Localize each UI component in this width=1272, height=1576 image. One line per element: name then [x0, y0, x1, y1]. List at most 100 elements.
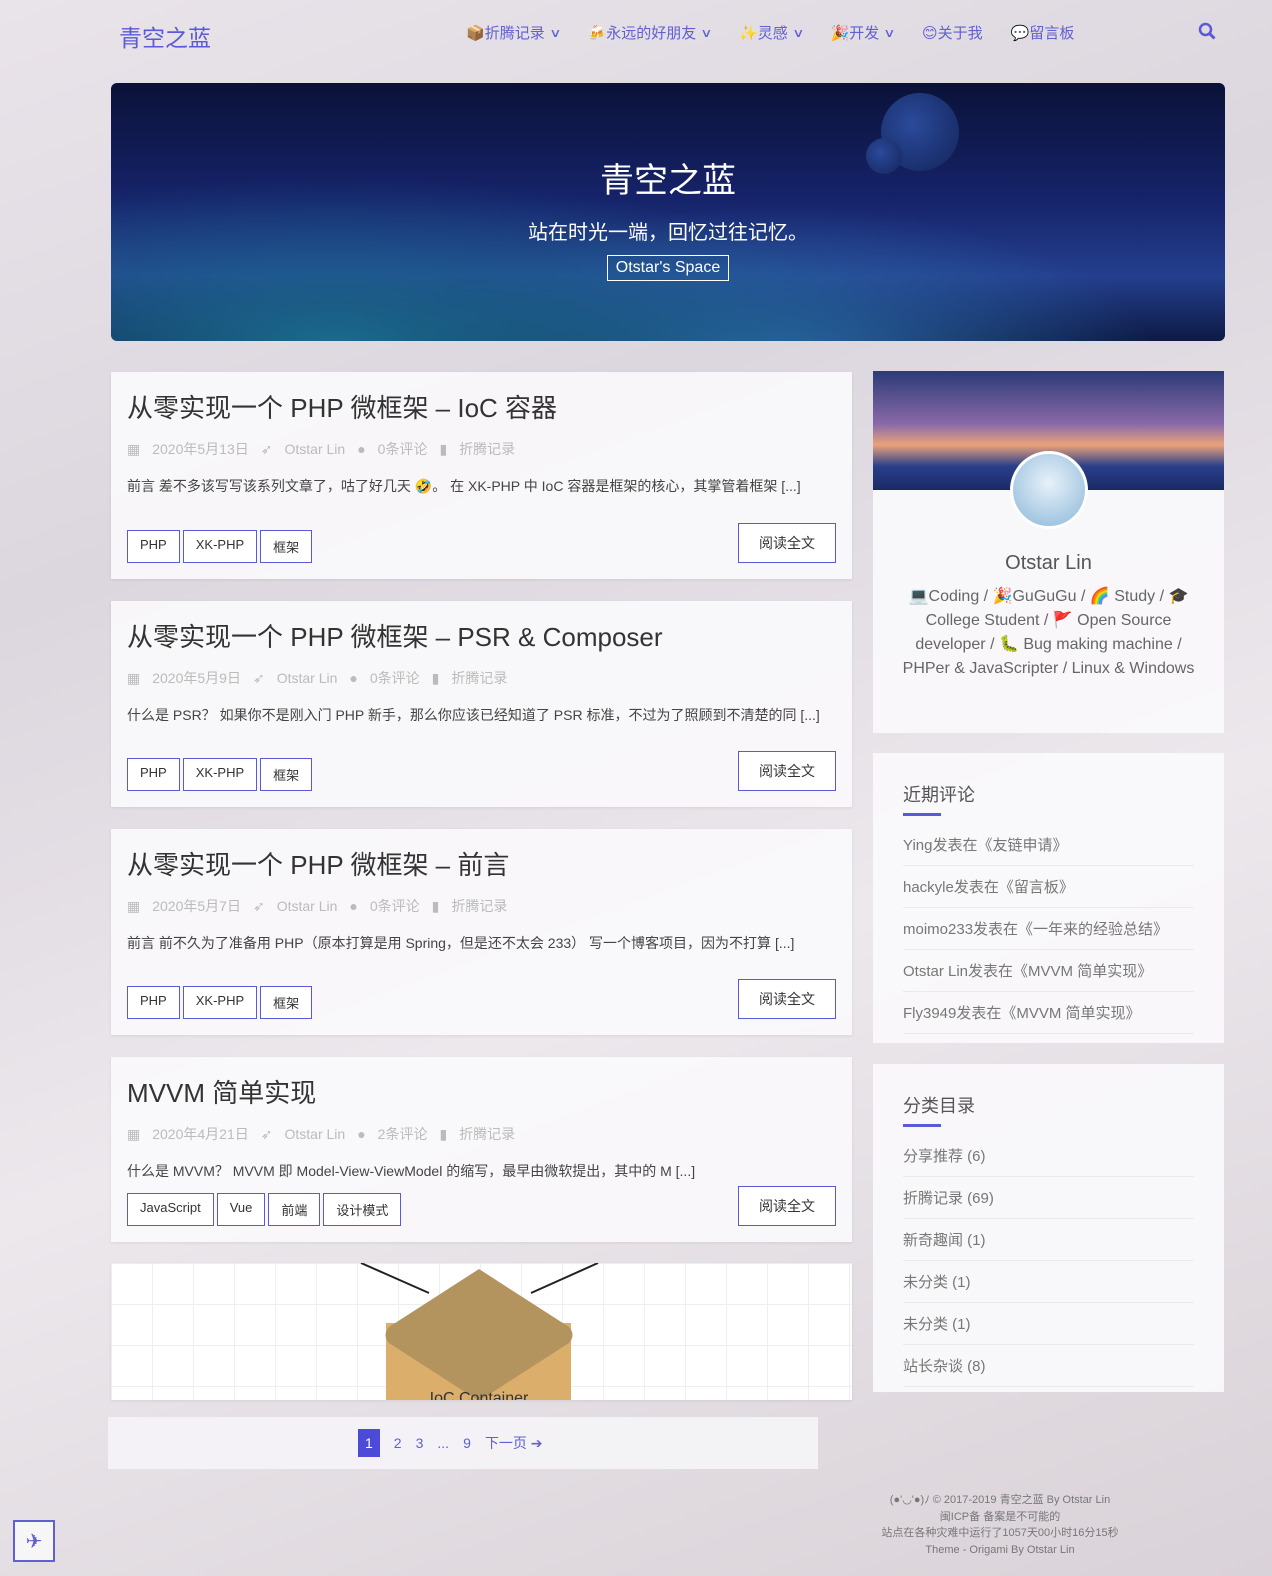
post-author[interactable]: Otstar Lin [284, 1126, 345, 1142]
read-more-button[interactable]: 阅读全文 [738, 751, 836, 791]
nav-emoji-icon: 🍻 [587, 24, 607, 42]
post-category[interactable]: 折腾记录 [459, 1124, 515, 1144]
tag-link[interactable]: XK-PHP [182, 758, 258, 791]
post-author[interactable]: Otstar Lin [277, 670, 338, 686]
nav-item[interactable]: 📦 折腾记录 ∨ [466, 22, 561, 43]
tag-link[interactable]: 框架 [260, 758, 313, 791]
bookmark-icon: ▮ [439, 1125, 448, 1142]
tag-link[interactable]: XK-PHP [182, 530, 258, 563]
nav-emoji-icon: 📦 [466, 24, 485, 42]
category-item[interactable]: 未分类 (1) [903, 1261, 1194, 1303]
tag-link[interactable]: XK-PHP [182, 986, 258, 1019]
category-item[interactable]: 未分类 (1) [903, 1303, 1194, 1345]
post-date: 2020年5月7日 [152, 898, 241, 914]
read-more-button[interactable]: 阅读全文 [738, 523, 836, 563]
category-item[interactable]: 站长杂谈 (8) [903, 1345, 1194, 1387]
post-card: 从零实现一个 PHP 微框架 – IoC 容器 ▦ 2020年5月13日 ➶ Otsta… [111, 372, 852, 579]
post-category[interactable]: 折腾记录 [451, 896, 507, 916]
nav-item[interactable]: 💬 留言板 [1011, 22, 1075, 43]
chevron-down-icon[interactable]: ∨ [549, 26, 561, 40]
tag-link[interactable]: PHP [127, 530, 180, 563]
footer-line: 闽ICP备 备案是不可能的 [939, 1510, 1061, 1523]
category-item[interactable]: 新奇趣闻 (1) [903, 1219, 1194, 1261]
post-author[interactable]: Otstar Lin [277, 898, 338, 914]
post-title[interactable]: MVVM 简单实现 [127, 1073, 852, 1110]
comment-icon: ● [357, 441, 366, 457]
chevron-down-icon[interactable]: ∨ [700, 26, 712, 40]
footer-line: Theme - Origami By Otstar Lin [925, 1543, 1075, 1556]
next-page-link[interactable]: 下一页 ➔ [485, 1433, 543, 1453]
main-menu: 📦 折腾记录 ∨ 🍻 永远的好朋友 ∨ ✨ 灵感 ∨ 🎉 开发 ∨ 😊 关于我 💬 留言板 [466, 22, 1102, 43]
footer-line: (●'◡'●)ﾉ © 2017-2019 青空之蓝 By Otstar Lin [889, 1494, 1111, 1506]
post-date: 2020年5月9日 [152, 670, 241, 686]
calendar-icon: ▦ [127, 1125, 141, 1142]
read-more-button[interactable]: 阅读全文 [738, 979, 836, 1019]
paper-plane-icon: ➶ [260, 440, 273, 457]
page-link[interactable]: 3 [416, 1435, 424, 1451]
ioc-container-diagram: IoC Container [360, 1263, 599, 1400]
post-title[interactable]: 从零实现一个 PHP 微框架 – IoC 容器 [127, 388, 852, 425]
category-item[interactable]: 分享推荐 (6) [903, 1135, 1194, 1177]
comment-item[interactable]: Ying发表在《友链申请》 [903, 824, 1194, 866]
nav-item[interactable]: 🍻 永远的好朋友 ∨ [587, 22, 713, 43]
nav-item-label: 留言板 [1029, 25, 1075, 42]
title-underline [903, 1124, 941, 1127]
post-date: 2020年4月21日 [152, 1126, 249, 1142]
post-title[interactable]: 从零实现一个 PHP 微框架 – PSR & Composer [127, 617, 852, 654]
post-comments[interactable]: 0条评论 [370, 668, 420, 688]
planet-decoration [866, 138, 902, 174]
read-more-button[interactable]: 阅读全文 [738, 1186, 836, 1226]
paper-plane-icon[interactable]: ✈ [13, 1520, 55, 1562]
chevron-down-icon[interactable]: ∨ [792, 26, 804, 40]
recent-comments-widget: 近期评论 Ying发表在《友链申请》 hackyle发表在《留言板》 moimo23… [873, 753, 1224, 1043]
nav-emoji-icon: 😊 [922, 24, 938, 42]
tag-link[interactable]: 设计模式 [323, 1193, 402, 1226]
nav-item-label: 永远的好朋友 [606, 25, 697, 42]
featured-image-card[interactable]: IoC Container [111, 1263, 852, 1400]
category-item[interactable]: 折腾记录 (69) [903, 1177, 1194, 1219]
post-comments[interactable]: 2条评论 [378, 1124, 428, 1144]
comment-item[interactable]: Otstar Lin发表在《MVVM 简单实现》 [903, 950, 1194, 992]
tag-link[interactable]: 前端 [268, 1193, 321, 1226]
nav-item[interactable]: ✨ 灵感 ∨ [739, 22, 804, 43]
tag-link[interactable]: 框架 [260, 986, 313, 1019]
site-logo[interactable]: 青空之蓝 [119, 19, 211, 53]
bookmark-icon: ▮ [439, 440, 448, 457]
post-tags: PHP XK-PHP 框架 [127, 530, 313, 563]
footer-line: 站点在各种灾难中运行了1057天00小时16分15秒 [881, 1527, 1119, 1539]
post-comments[interactable]: 0条评论 [370, 896, 420, 916]
tag-link[interactable]: Vue [216, 1193, 266, 1226]
categories-widget: 分类目录 分享推荐 (6) 折腾记录 (69) 新奇趣闻 (1) 未分类 (1) 未分类… [873, 1064, 1224, 1392]
post-meta: ▦ 2020年5月9日 ➶ Otstar Lin ● 0条评论 ▮ 折腾记录 [127, 668, 852, 688]
pagination-ellipsis: ... [437, 1435, 450, 1451]
nav-item[interactable]: 🎉 开发 ∨ [831, 22, 896, 43]
hero-banner: 青空之蓝 站在时光一端，回忆过往记忆。 Otstar's Space [111, 83, 1225, 341]
comment-item[interactable]: hackyle发表在《留言板》 [903, 866, 1194, 908]
comment-item[interactable]: Fly3949发表在《MVVM 简单实现》 [903, 992, 1194, 1034]
tag-link[interactable]: PHP [127, 986, 180, 1019]
nav-item[interactable]: 😊 关于我 [922, 22, 983, 43]
title-underline [903, 813, 941, 816]
post-author[interactable]: Otstar Lin [284, 441, 345, 457]
post-title[interactable]: 从零实现一个 PHP 微框架 – 前言 [127, 845, 852, 882]
post-category[interactable]: 折腾记录 [459, 439, 515, 459]
widget-title: 近期评论 [903, 785, 975, 805]
comment-item[interactable]: moimo233发表在《一年来的经验总结》 [903, 908, 1194, 950]
chevron-down-icon[interactable]: ∨ [883, 26, 895, 40]
hero-button[interactable]: Otstar's Space [606, 255, 730, 281]
tag-link[interactable]: 框架 [260, 530, 313, 563]
paper-plane-icon: ➶ [260, 1125, 273, 1142]
page-link[interactable]: 1 [358, 1429, 380, 1457]
post-category[interactable]: 折腾记录 [451, 668, 507, 688]
post-comments[interactable]: 0条评论 [378, 439, 428, 459]
page-link[interactable]: 2 [394, 1435, 402, 1451]
tag-link[interactable]: PHP [127, 758, 180, 791]
post-excerpt: 前言 前不久为了准备用 PHP（原本打算是用 Spring，但是还不太会 233… [127, 935, 795, 951]
page-link[interactable]: 9 [463, 1435, 471, 1451]
avatar[interactable] [1010, 451, 1088, 529]
post-meta: ▦ 2020年5月7日 ➶ Otstar Lin ● 0条评论 ▮ 折腾记录 [127, 896, 852, 916]
post-date: 2020年5月13日 [152, 441, 249, 457]
paper-plane-icon: ➶ [252, 897, 265, 914]
search-icon[interactable] [1198, 22, 1216, 40]
tag-link[interactable]: JavaScript [127, 1193, 214, 1226]
